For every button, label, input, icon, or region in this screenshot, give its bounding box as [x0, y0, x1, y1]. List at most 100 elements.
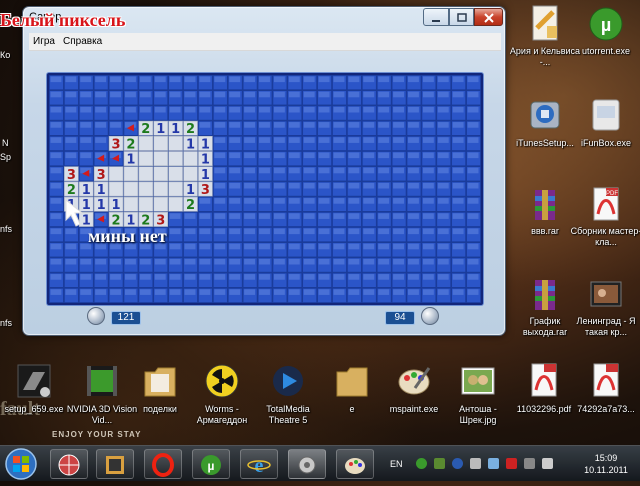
mine-cell[interactable]	[451, 135, 466, 151]
mine-cell[interactable]	[257, 105, 273, 121]
mine-cell[interactable]	[436, 212, 452, 227]
minesweeper-window[interactable]: Сапёр Игра Справка 211232111133121113111…	[22, 6, 506, 336]
mine-cell[interactable]	[287, 242, 303, 258]
desktop-icon[interactable]: Антоша - Шрек.jpg	[440, 362, 516, 426]
mine-cell[interactable]	[287, 272, 303, 288]
mine-cell[interactable]	[78, 75, 94, 90]
mine-cell[interactable]	[376, 151, 392, 166]
mine-cell[interactable]	[257, 196, 273, 212]
mine-cell[interactable]	[406, 90, 422, 106]
mine-cell[interactable]	[183, 212, 198, 227]
mine-cell[interactable]	[49, 105, 64, 121]
mine-cell[interactable]	[376, 257, 392, 273]
mine-cell[interactable]	[436, 196, 452, 212]
mine-cell[interactable]	[406, 135, 422, 151]
mine-cell[interactable]	[466, 120, 481, 136]
mine-cell[interactable]	[242, 288, 258, 303]
mine-cell[interactable]	[168, 257, 183, 273]
mine-cell[interactable]	[376, 105, 392, 121]
mine-cell[interactable]	[287, 75, 303, 90]
mine-cell[interactable]	[272, 75, 288, 90]
mine-cell[interactable]	[302, 227, 317, 242]
mine-cell[interactable]	[123, 90, 139, 106]
mine-cell[interactable]	[78, 135, 94, 151]
mine-cell[interactable]	[242, 272, 258, 288]
mine-cell[interactable]	[153, 196, 168, 212]
mine-cell[interactable]	[183, 90, 198, 106]
mine-cell[interactable]	[466, 257, 481, 273]
mine-cell[interactable]	[332, 166, 347, 182]
mine-cell[interactable]	[376, 90, 392, 106]
desktop-icon[interactable]: PDF Сборник мастер-кла...	[568, 186, 640, 248]
mine-cell[interactable]	[332, 151, 347, 166]
mine-cell[interactable]	[198, 105, 213, 121]
mine-cell[interactable]	[108, 90, 124, 106]
mine-cell[interactable]	[227, 242, 243, 258]
mine-cell[interactable]	[49, 257, 64, 273]
mine-cell[interactable]	[108, 272, 124, 288]
mine-cell[interactable]	[257, 151, 273, 166]
mine-cell[interactable]	[421, 242, 437, 258]
mine-cell[interactable]	[421, 196, 437, 212]
mine-cell[interactable]	[466, 105, 481, 121]
mine-cell[interactable]	[242, 151, 258, 166]
mine-cell[interactable]	[123, 75, 139, 90]
mine-cell[interactable]	[302, 181, 317, 197]
mine-cell[interactable]	[153, 135, 168, 151]
mine-cell[interactable]	[123, 257, 139, 273]
mine-cell[interactable]	[406, 151, 422, 166]
mine-cell[interactable]	[406, 272, 422, 288]
mine-cell[interactable]	[138, 181, 154, 197]
mine-cell[interactable]	[168, 242, 183, 258]
mine-cell[interactable]	[272, 135, 288, 151]
mine-cell[interactable]	[451, 151, 466, 166]
mine-cell[interactable]	[362, 212, 377, 227]
mine-cell[interactable]	[198, 272, 213, 288]
menu-game[interactable]: Игра	[33, 36, 55, 47]
mine-cell[interactable]	[183, 75, 198, 90]
mine-cell[interactable]	[49, 242, 64, 258]
mine-cell[interactable]	[123, 105, 139, 121]
mine-cell[interactable]	[317, 288, 332, 303]
mine-cell[interactable]	[406, 120, 422, 136]
mine-cell[interactable]	[466, 181, 481, 197]
mine-cell[interactable]	[376, 75, 392, 90]
mine-cell[interactable]	[317, 135, 332, 151]
mine-cell[interactable]	[49, 272, 64, 288]
mine-cell[interactable]	[466, 227, 481, 242]
mine-cell[interactable]	[49, 90, 64, 106]
mine-cell[interactable]	[332, 272, 347, 288]
mine-cell[interactable]	[138, 257, 154, 273]
language-indicator[interactable]: EN	[390, 459, 403, 469]
mine-cell[interactable]	[108, 151, 124, 166]
mine-cell[interactable]	[64, 288, 79, 303]
mine-cell[interactable]	[421, 75, 437, 90]
mine-cell[interactable]	[421, 90, 437, 106]
mine-cell[interactable]	[362, 135, 377, 151]
mine-cell[interactable]	[213, 227, 228, 242]
mine-cell[interactable]: 3	[198, 181, 213, 198]
mine-cell[interactable]	[168, 105, 183, 121]
mine-cell[interactable]	[78, 151, 94, 166]
tray-app-icon[interactable]	[452, 458, 463, 469]
mine-cell[interactable]	[376, 288, 392, 303]
mine-cell[interactable]	[227, 257, 243, 273]
mine-cell[interactable]	[436, 272, 452, 288]
mine-cell[interactable]	[64, 242, 79, 258]
mine-cell[interactable]: 1	[93, 181, 109, 198]
mine-cell[interactable]	[287, 212, 303, 227]
mine-cell[interactable]	[93, 257, 109, 273]
mine-cell[interactable]	[153, 166, 168, 182]
mine-cell[interactable]	[406, 212, 422, 227]
mine-cell[interactable]	[123, 120, 139, 136]
mine-cell[interactable]	[64, 151, 79, 166]
mine-cell[interactable]	[436, 105, 452, 121]
mine-cell[interactable]	[138, 288, 154, 303]
mine-cell[interactable]	[391, 181, 407, 197]
mine-cell[interactable]	[183, 151, 198, 166]
mine-cell[interactable]	[183, 227, 198, 242]
mine-cell[interactable]	[332, 257, 347, 273]
mine-cell[interactable]	[362, 272, 377, 288]
mine-cell[interactable]	[64, 272, 79, 288]
mine-cell[interactable]	[302, 272, 317, 288]
